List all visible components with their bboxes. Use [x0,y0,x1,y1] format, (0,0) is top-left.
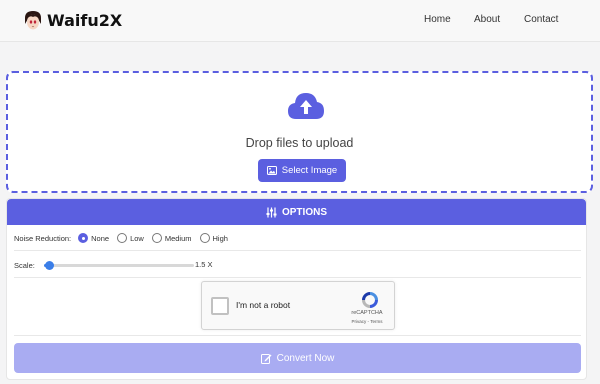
noise-reduction-label: Noise Reduction: [14,233,72,243]
nav-contact-link[interactable]: Contact [524,14,558,25]
scale-slider-wrap: 1.5 X [14,258,234,272]
noise-option-low[interactable]: Low [117,233,144,243]
nav-about-link[interactable]: About [474,14,500,25]
brand[interactable]: Waifu2X [22,9,122,31]
radio-button[interactable] [151,233,162,243]
select-image-button[interactable]: Select Image [258,159,346,182]
noise-option-medium[interactable]: Medium [151,233,192,243]
noise-option-high[interactable]: High [199,233,228,243]
scale-slider-track[interactable] [44,261,194,270]
recaptcha-logo-icon [362,292,378,308]
options-panel: OPTIONS Noise Reduction: None Low Medium… [6,198,587,380]
recaptcha-checkbox[interactable] [211,297,229,315]
options-header[interactable]: OPTIONS [7,199,586,225]
convert-now-button[interactable]: Convert Now [14,343,581,373]
noise-option-none[interactable]: None [78,233,109,243]
divider [14,250,581,251]
options-header-label: OPTIONS [281,206,327,218]
cloud-upload-icon [288,93,324,119]
noise-option-label: High [212,233,228,243]
scale-slider-thumb[interactable] [45,261,54,270]
radio-button[interactable] [78,233,89,243]
recaptcha-brand: reCAPTCHA [351,310,383,316]
radio-button[interactable] [117,233,128,243]
select-image-label: Select Image [281,165,338,176]
noise-reduction-row: Noise Reduction: None Low Medium High [14,231,236,245]
anime-face-logo-icon [25,11,41,30]
noise-option-label: None [91,233,110,243]
noise-option-label: Medium [164,233,192,243]
noise-option-label: Low [130,233,144,243]
recaptcha-widget: I'm not a robot reCAPTCHA Privacy - Term… [201,281,395,330]
divider [14,277,581,278]
recaptcha-label: I'm not a robot [236,300,291,310]
image-icon [266,166,277,175]
edit-icon [260,353,272,364]
recaptcha-privacy-terms[interactable]: Privacy - Terms [344,319,390,324]
brand-name: Waifu2X [47,10,123,30]
radio-button[interactable] [199,233,210,243]
divider [14,335,581,336]
convert-now-label: Convert Now [276,352,335,364]
drop-files-text: Drop files to upload [245,136,354,150]
sliders-icon [266,207,277,217]
scale-value: 1.5 X [195,260,213,269]
nav-home-link[interactable]: Home [424,14,451,25]
file-dropzone[interactable]: Drop files to upload Select Image [6,71,593,193]
navbar: Waifu2X Home About Contact [0,0,600,42]
